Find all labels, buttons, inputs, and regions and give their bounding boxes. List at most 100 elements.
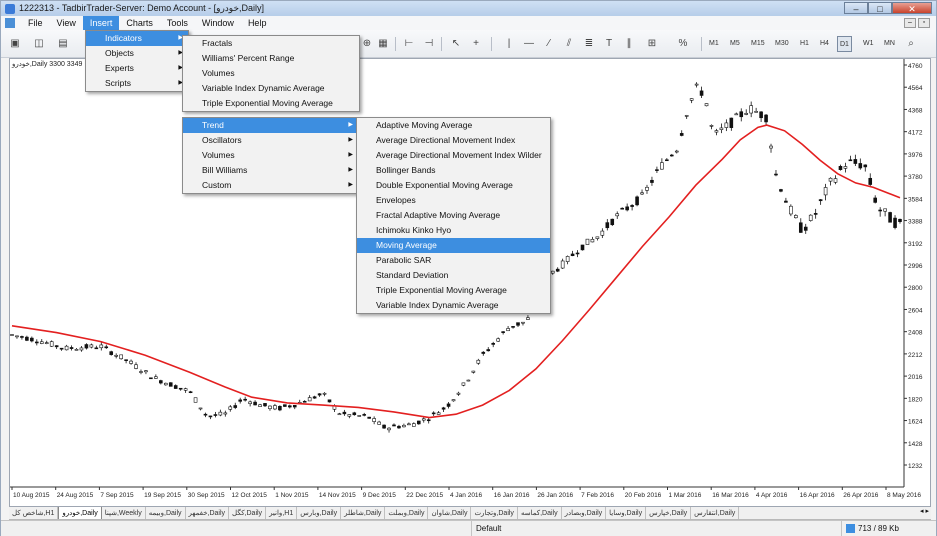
timeframe-d1[interactable]: D1 [837, 36, 852, 52]
menu-item-ichimoku[interactable]: Ichimoku Kinko Hyo [357, 223, 550, 238]
chart-tab[interactable]: شاوان,Daily [428, 507, 472, 519]
gann-icon[interactable]: ∥ [621, 36, 637, 52]
menu-item-standard-deviation[interactable]: Standard Deviation [357, 268, 550, 283]
vertical-line-icon[interactable]: | [501, 36, 517, 52]
candle-body [144, 370, 148, 373]
close-button[interactable]: ✕ [892, 2, 932, 14]
trend-line-icon[interactable]: ⁄ [541, 36, 557, 52]
text-icon[interactable]: T [601, 36, 617, 52]
chart-shift-icon[interactable]: ⊢ [401, 36, 417, 52]
zoom-percent-icon[interactable]: % [671, 36, 695, 52]
menu-item-experts[interactable]: Experts ▶ [86, 61, 188, 76]
horizontal-line-icon[interactable]: — [521, 36, 537, 52]
menu-item-custom[interactable]: Custom ▶ [183, 178, 358, 193]
chart-tab[interactable]: وانیر,H1 [266, 507, 298, 519]
timeframe-mn[interactable]: MN [882, 36, 897, 52]
menu-insert[interactable]: Insert [82, 16, 120, 30]
menu-item-adx-wilder[interactable]: Average Directional Movement Index Wilde… [357, 148, 550, 163]
chart-tab[interactable]: انتقارس,Daily [691, 507, 740, 519]
menu-charts[interactable]: Charts [119, 16, 160, 30]
menu-item-tema-trend[interactable]: Triple Exponential Moving Average [357, 283, 550, 298]
menu-item-fractals[interactable]: Fractals [183, 36, 359, 51]
menu-item-williams-percent-range[interactable]: Williams' Percent Range [183, 51, 359, 66]
fibo-icon[interactable]: ≣ [581, 36, 597, 52]
candle-body [243, 398, 247, 401]
new-chart-icon[interactable]: ▣ [7, 36, 23, 52]
timeframe-w1[interactable]: W1 [861, 36, 876, 52]
chart-tab[interactable]: کماسه,Daily [518, 507, 562, 519]
menu-item-frama[interactable]: Fractal Adaptive Moving Average [357, 208, 550, 223]
menu-item-bill-williams[interactable]: Bill Williams ▶ [183, 163, 358, 178]
child-minimize-icon[interactable]: – [904, 18, 916, 28]
chart-tab[interactable]: کگل,Daily [229, 507, 267, 519]
menu-item-scripts[interactable]: Scripts ▶ [86, 76, 188, 91]
chart-tab[interactable]: شپنا,Weekly [102, 507, 146, 519]
menu-item-vidya-trend[interactable]: Variable Index Dynamic Average [357, 298, 550, 313]
channel-icon[interactable]: ⫽ [561, 36, 577, 52]
child-restore-icon[interactable]: ▫ [918, 18, 930, 28]
child-window-controls: – ▫ [904, 18, 930, 28]
candle-body [15, 335, 19, 338]
menu-item-envelopes[interactable]: Envelopes [357, 193, 550, 208]
timeframe-m1[interactable]: M1 [707, 36, 721, 52]
crosshair-icon[interactable]: + [468, 36, 484, 52]
time-tick-label: 22 Dec 2015 [406, 492, 443, 499]
menu-item-parabolic-sar[interactable]: Parabolic SAR [357, 253, 550, 268]
zoom-in-icon[interactable]: ⊕ [359, 36, 375, 52]
period-separator-icon[interactable]: ⊞ [644, 36, 660, 52]
menu-view[interactable]: View [50, 16, 83, 30]
chart-tab[interactable]: وبملت,Daily [385, 507, 429, 519]
menu-help[interactable]: Help [241, 16, 274, 30]
time-tick-label: 4 Jan 2016 [450, 492, 483, 499]
candle-body [223, 412, 228, 415]
menu-item-dema[interactable]: Double Exponential Moving Average [357, 178, 550, 193]
menu-item-label: Volumes [202, 150, 235, 160]
minimize-button[interactable]: – [844, 2, 868, 14]
chart-tab[interactable]: وبیمه,Daily [146, 507, 186, 519]
menu-item-adx[interactable]: Average Directional Movement Index [357, 133, 550, 148]
chart-tab[interactable]: وسایا,Daily [606, 507, 647, 519]
document-icon[interactable] [5, 18, 15, 28]
cursor-icon[interactable]: ↖ [448, 36, 464, 52]
market-watch-icon[interactable]: ▤ [55, 36, 71, 52]
chart-tab[interactable]: خفمهر,Daily [186, 507, 230, 519]
menu-item-moving-average[interactable]: Moving Average [357, 238, 550, 253]
chart-tab[interactable]: شاطلر,Daily [341, 507, 386, 519]
menu-item-label: Experts [105, 63, 134, 73]
price-tick-label: 3584 [908, 196, 923, 203]
chart-tab[interactable]: وتجارت,Daily [471, 507, 518, 519]
menu-item-bollinger-bands[interactable]: Bollinger Bands [357, 163, 550, 178]
menu-item-tema[interactable]: Triple Exponential Moving Average [183, 96, 359, 111]
menu-item-volumes-category[interactable]: Volumes ▶ [183, 148, 358, 163]
chart-tab[interactable]: وبارس,Daily [297, 507, 342, 519]
chart-tab-selected[interactable]: خودرو,Daily [58, 507, 102, 519]
menu-item-vidya[interactable]: Variable Index Dynamic Average [183, 81, 359, 96]
timeframe-h1[interactable]: H1 [798, 36, 811, 52]
menu-item-indicators[interactable]: Indicators ▶ [86, 31, 188, 46]
maximize-button[interactable]: □ [868, 2, 892, 14]
chart-tab[interactable]: وبصادر,Daily [562, 507, 607, 519]
candle-body [213, 414, 218, 416]
timeframe-m15[interactable]: M15 [749, 36, 767, 52]
timeframe-m30[interactable]: M30 [773, 36, 791, 52]
chart-tab[interactable]: خپارس,Daily [646, 507, 692, 519]
autoscroll-icon[interactable]: ⊣ [421, 36, 437, 52]
timeframe-h4[interactable]: H4 [818, 36, 831, 52]
timeframe-m5[interactable]: M5 [728, 36, 742, 52]
profiles-icon[interactable]: ◫ [31, 36, 47, 52]
menu-item-oscillators[interactable]: Oscillators ▶ [183, 133, 358, 148]
search-icon[interactable]: ⌕ [903, 36, 919, 52]
chart-tab[interactable]: شاخص کل,H1 [9, 507, 59, 519]
grid-icon[interactable]: ▦ [375, 36, 391, 52]
menu-tools[interactable]: Tools [160, 16, 195, 30]
tab-scroll-arrows[interactable]: ◂ ▸ [920, 507, 929, 515]
candle-body [724, 122, 729, 128]
menu-item-trend[interactable]: Trend ▶ [183, 118, 358, 133]
menu-item-ama[interactable]: Adaptive Moving Average [357, 118, 550, 133]
price-tick-label: 1232 [908, 463, 923, 470]
menu-item-objects[interactable]: Objects ▶ [86, 46, 188, 61]
menu-item-volumes[interactable]: Volumes [183, 66, 359, 81]
price-tick-label: 3780 [908, 174, 923, 181]
menu-file[interactable]: File [21, 16, 50, 30]
menu-window[interactable]: Window [195, 16, 241, 30]
